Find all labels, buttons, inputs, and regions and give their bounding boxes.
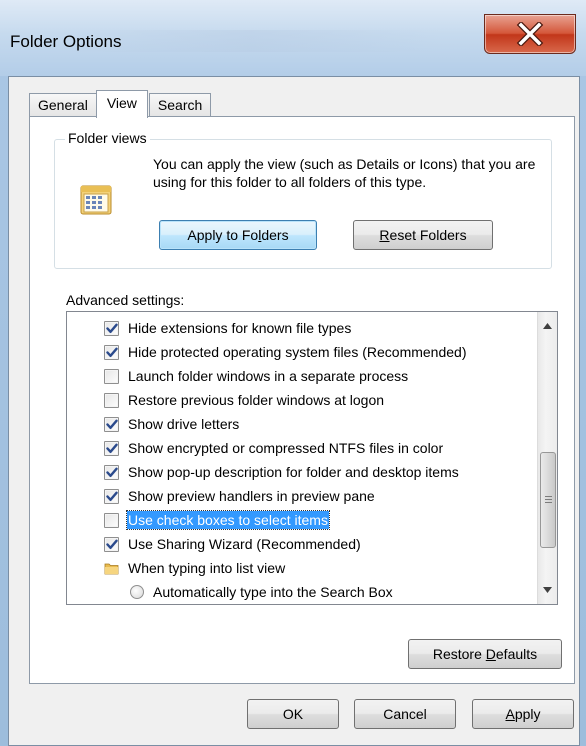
restore-defaults-button[interactable]: Restore Defaults: [408, 639, 562, 669]
cancel-button[interactable]: Cancel: [354, 699, 456, 729]
setting-checkbox[interactable]: [104, 392, 119, 408]
setting-checkbox[interactable]: [104, 416, 119, 432]
setting-row[interactable]: Use check boxes to select items: [67, 508, 527, 532]
checkmark-icon: [105, 539, 118, 549]
folder-view-icon: [80, 185, 112, 215]
tab-general[interactable]: General: [29, 93, 97, 117]
setting-label: Restore previous folder windows at logon: [128, 392, 385, 408]
setting-label: Show preview handlers in preview pane: [128, 488, 375, 504]
dialog-button-bar: OK Cancel Apply: [9, 687, 579, 745]
setting-checkbox[interactable]: [104, 368, 119, 384]
window-title: Folder Options: [10, 32, 122, 51]
setting-label: Hide protected operating system files (R…: [128, 344, 467, 360]
close-button[interactable]: [484, 14, 576, 54]
apply-button[interactable]: Apply: [472, 699, 574, 729]
setting-row[interactable]: Show encrypted or compressed NTFS files …: [67, 436, 527, 460]
setting-checkbox[interactable]: [104, 344, 119, 360]
advanced-settings-label: Advanced settings:: [66, 292, 185, 308]
checkmark-icon: [105, 443, 118, 453]
setting-label: Show encrypted or compressed NTFS files …: [128, 440, 444, 456]
apply-to-folders-button[interactable]: Apply to Folders: [159, 220, 317, 250]
setting-row[interactable]: Hide extensions for known file types: [67, 316, 527, 340]
apply-label-end: pply: [514, 706, 541, 722]
scroll-grip-icon: [544, 496, 552, 504]
apply-accesskey: A: [505, 706, 515, 722]
setting-row[interactable]: Show preview handlers in preview pane: [67, 484, 527, 508]
setting-label: Use Sharing Wizard (Recommended): [128, 536, 361, 552]
restore-defaults-accesskey: D: [485, 646, 496, 662]
close-icon: [516, 22, 544, 46]
setting-row[interactable]: Restore previous folder windows at logon: [67, 388, 527, 412]
view-tab-panel: Folder views You can apply the view (suc…: [29, 116, 575, 684]
scroll-up-button[interactable]: [538, 316, 557, 336]
folder-options-window: Folder Options General View Search Folde…: [0, 0, 586, 746]
setting-label: Use check boxes to select items: [126, 510, 330, 530]
setting-checkbox[interactable]: [104, 440, 119, 456]
setting-label: Show drive letters: [128, 416, 240, 432]
setting-checkbox[interactable]: [104, 512, 119, 528]
setting-checkbox[interactable]: [104, 464, 119, 480]
folder-icon: [104, 563, 119, 575]
setting-row[interactable]: Hide protected operating system files (R…: [67, 340, 527, 364]
scroll-thumb[interactable]: [540, 452, 556, 548]
title-bar[interactable]: Folder Options: [0, 0, 586, 76]
apply-to-folders-label: Apply to Fo: [187, 227, 259, 243]
advanced-settings-list[interactable]: Hide extensions for known file types Hide…: [66, 311, 558, 605]
reset-folders-label-end: eset Folders: [389, 227, 467, 243]
checkmark-icon: [105, 347, 118, 357]
chevron-up-icon: [543, 323, 552, 329]
folder-views-legend: Folder views: [65, 130, 150, 146]
reset-folders-accesskey: R: [379, 227, 390, 243]
checkmark-icon: [105, 323, 118, 333]
apply-to-folders-label-end: ders: [261, 227, 289, 243]
restore-defaults-label-end: efaults: [495, 646, 538, 662]
tab-strip: General View Search: [29, 90, 212, 118]
folder-views-description: You can apply the view (such as Details …: [153, 156, 536, 190]
tab-view[interactable]: View: [95, 90, 148, 118]
setting-row[interactable]: Launch folder windows in a separate proc…: [67, 364, 527, 388]
dialog-client-area: General View Search Folder views You can…: [8, 76, 580, 746]
checkmark-icon: [105, 419, 118, 429]
setting-row[interactable]: Show pop-up description for folder and d…: [67, 460, 527, 484]
folder-views-group: Folder views You can apply the view (suc…: [54, 130, 552, 269]
checkmark-icon: [105, 491, 118, 501]
setting-row[interactable]: Use Sharing Wizard (Recommended): [67, 532, 527, 556]
setting-row[interactable]: Automatically type into the Search Box: [67, 580, 527, 604]
setting-label: Launch folder windows in a separate proc…: [128, 368, 409, 384]
ok-button[interactable]: OK: [247, 699, 339, 729]
setting-label: Automatically type into the Search Box: [153, 584, 393, 600]
setting-checkbox[interactable]: [104, 320, 119, 336]
vertical-scrollbar[interactable]: [537, 312, 557, 604]
restore-defaults-label: Restore: [432, 646, 486, 662]
setting-label: Show pop-up description for folder and d…: [128, 464, 459, 480]
setting-label: Hide extensions for known file types: [128, 320, 352, 336]
reset-folders-button[interactable]: Reset Folders: [353, 220, 493, 250]
tab-search[interactable]: Search: [148, 93, 212, 117]
setting-radio[interactable]: [130, 585, 144, 599]
setting-row[interactable]: Show drive letters: [67, 412, 527, 436]
setting-checkbox[interactable]: [104, 488, 119, 504]
chevron-down-icon: [543, 587, 552, 593]
setting-row[interactable]: When typing into list view: [67, 556, 527, 580]
checkmark-icon: [105, 467, 118, 477]
setting-label: When typing into list view: [128, 560, 286, 576]
setting-checkbox[interactable]: [104, 536, 119, 552]
scroll-down-button[interactable]: [538, 580, 557, 600]
